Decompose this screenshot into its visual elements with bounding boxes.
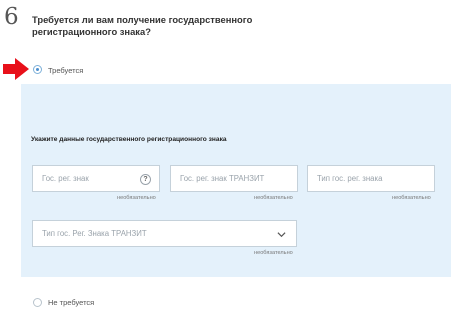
question-text: Требуется ли вам получение государственн… [32,14,253,37]
plate-number-hint: необязательно [117,195,156,201]
red-arrow-icon [3,58,29,80]
not-required-radio[interactable] [33,298,42,307]
required-radio[interactable] [33,65,42,74]
transit-plate-hint: необязательно [254,195,293,201]
transit-plate-field[interactable]: Гос. рег. знак ТРАНЗИТ [170,165,298,192]
chevron-down-icon [277,232,286,238]
plate-type-hint: необязательно [392,195,431,201]
plate-type-field[interactable]: Тип гос. рег. знака [307,165,435,192]
transit-plate-type-select[interactable]: Тип гос. Рег. Знака ТРАНЗИТ [32,220,297,247]
plate-number-placeholder: Гос. рег. знак [42,174,89,183]
transit-plate-type-hint: необязательно [254,250,293,256]
panel-title: Укажите данные государственного регистра… [31,136,227,143]
question-icon[interactable]: ? [140,174,151,185]
plate-number-field[interactable]: Гос. рег. знак ? [32,165,160,192]
not-required-label[interactable]: Не требуется [48,298,94,307]
step-number: 6 [4,4,19,30]
registration-plate-panel: Укажите данные государственного регистра… [21,84,451,277]
transit-plate-placeholder: Гос. рег. знак ТРАНЗИТ [180,174,265,183]
plate-type-placeholder: Тип гос. рег. знака [317,174,383,183]
transit-plate-type-placeholder: Тип гос. Рег. Знака ТРАНЗИТ [42,229,147,238]
required-label[interactable]: Требуется [48,66,83,75]
